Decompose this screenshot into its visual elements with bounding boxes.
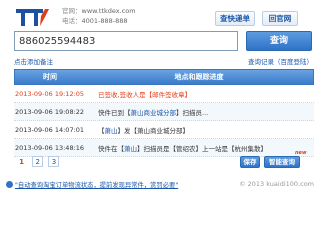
website-text: www.ttkdex.com xyxy=(81,7,136,15)
table-header: 时间 地点和跟踪进度 xyxy=(14,69,314,85)
row-progress-place-link[interactable]: 萧山 xyxy=(124,145,137,153)
column-header-time: 时间 xyxy=(43,73,57,81)
row-progress-place-link[interactable]: 萧山商业城分部 xyxy=(131,109,177,117)
table-row: 2013-09-06 19:12:05 已签收,签收人是【邮件签收章】 xyxy=(14,85,314,103)
row-progress: 快件已到【萧山商业城分部】扫描员... xyxy=(84,107,314,117)
header: 官网：www.ttkdex.com 电话：4001-888-888 查快递单 回… xyxy=(0,0,324,32)
row-progress-pre: 快件在【 xyxy=(98,144,124,153)
website-label: 官网： xyxy=(62,7,82,15)
new-badge: new xyxy=(295,150,307,156)
page-3[interactable]: 3 xyxy=(48,156,60,167)
page-1[interactable]: 1 xyxy=(16,157,27,168)
table-row: 2013-09-06 19:08:22 快件已到【萧山商业城分部】扫描员... xyxy=(14,103,314,121)
search-row: 查询 xyxy=(14,31,314,51)
phone-text: 4001-888-888 xyxy=(81,17,128,25)
table-row: 2013-09-06 14:07:01 【萧山】发【萧山商业城分部】 xyxy=(14,121,314,139)
row-progress: 已签收,签收人是【邮件签收章】 xyxy=(84,89,314,99)
row-progress-post: 】发【萧山商业城分部】 xyxy=(117,126,190,135)
ttk-logo-icon xyxy=(14,6,50,28)
auto-query-link[interactable]: "自动查询淘宝订单物流状态，提前发现异常件，赏罚必要" xyxy=(6,180,178,189)
row-progress-post: 】 xyxy=(184,90,192,99)
row-time: 2013-09-06 14:07:01 xyxy=(15,125,84,134)
phone-label: 电话： xyxy=(62,17,82,25)
pagination-row: 1 2 3 保存 智能查询 new xyxy=(14,150,314,169)
history-link[interactable]: 查询记录（百度登陆） xyxy=(248,56,313,66)
smart-query-button[interactable]: 智能查询 xyxy=(264,156,300,168)
column-header-progress: 地点和跟踪进度 xyxy=(174,73,224,81)
row-time: 2013-09-06 19:08:22 xyxy=(15,107,84,116)
row-time: 2013-09-06 19:12:05 xyxy=(15,89,84,98)
row-progress-post: 】扫描员... xyxy=(176,108,209,117)
row-time: 2013-09-06 13:48:16 xyxy=(15,143,84,152)
official-site-button[interactable]: 回官网 xyxy=(262,11,298,26)
page-2[interactable]: 2 xyxy=(32,156,44,167)
taobao-icon xyxy=(6,181,13,188)
tracking-table: 时间 地点和跟踪进度 2013-09-06 19:12:05 已签收,签收人是【… xyxy=(14,69,314,157)
site-info: 官网：www.ttkdex.com 电话：4001-888-888 xyxy=(62,6,136,26)
copyright: © 2013 kuaidi100.com xyxy=(239,180,314,188)
pagination: 1 2 3 xyxy=(16,156,62,168)
footer: "自动查询淘宝订单物流状态，提前发现异常件，赏罚必要" © 2013 kuaid… xyxy=(0,176,324,201)
row-progress-pre: 已签收,签收人是【 xyxy=(98,90,153,99)
track-package-button[interactable]: 查快递单 xyxy=(215,11,255,26)
row-progress-place-link[interactable]: 萧山 xyxy=(105,127,118,135)
auto-query-text: "自动查询淘宝订单物流状态，提前发现异常件，赏罚必要" xyxy=(15,182,179,189)
tracking-number-input[interactable] xyxy=(14,31,238,51)
query-button[interactable]: 查询 xyxy=(246,31,312,51)
row-progress-pre: 快件已到【 xyxy=(98,108,131,117)
add-remark-link[interactable]: 点击添加备注 xyxy=(14,56,53,66)
row-progress-place: 邮件签收章 xyxy=(152,90,185,99)
links-row: 点击添加备注 查询记录（百度登陆） xyxy=(14,56,314,66)
row-progress: 【萧山】发【萧山商业城分部】 xyxy=(84,125,314,135)
row-progress-post: 】扫描员是【管绍农】上一站是【杭州集散】 xyxy=(137,144,267,153)
save-button[interactable]: 保存 xyxy=(240,156,260,168)
row-progress: 快件在【萧山】扫描员是【管绍农】上一站是【杭州集散】 xyxy=(84,143,314,153)
